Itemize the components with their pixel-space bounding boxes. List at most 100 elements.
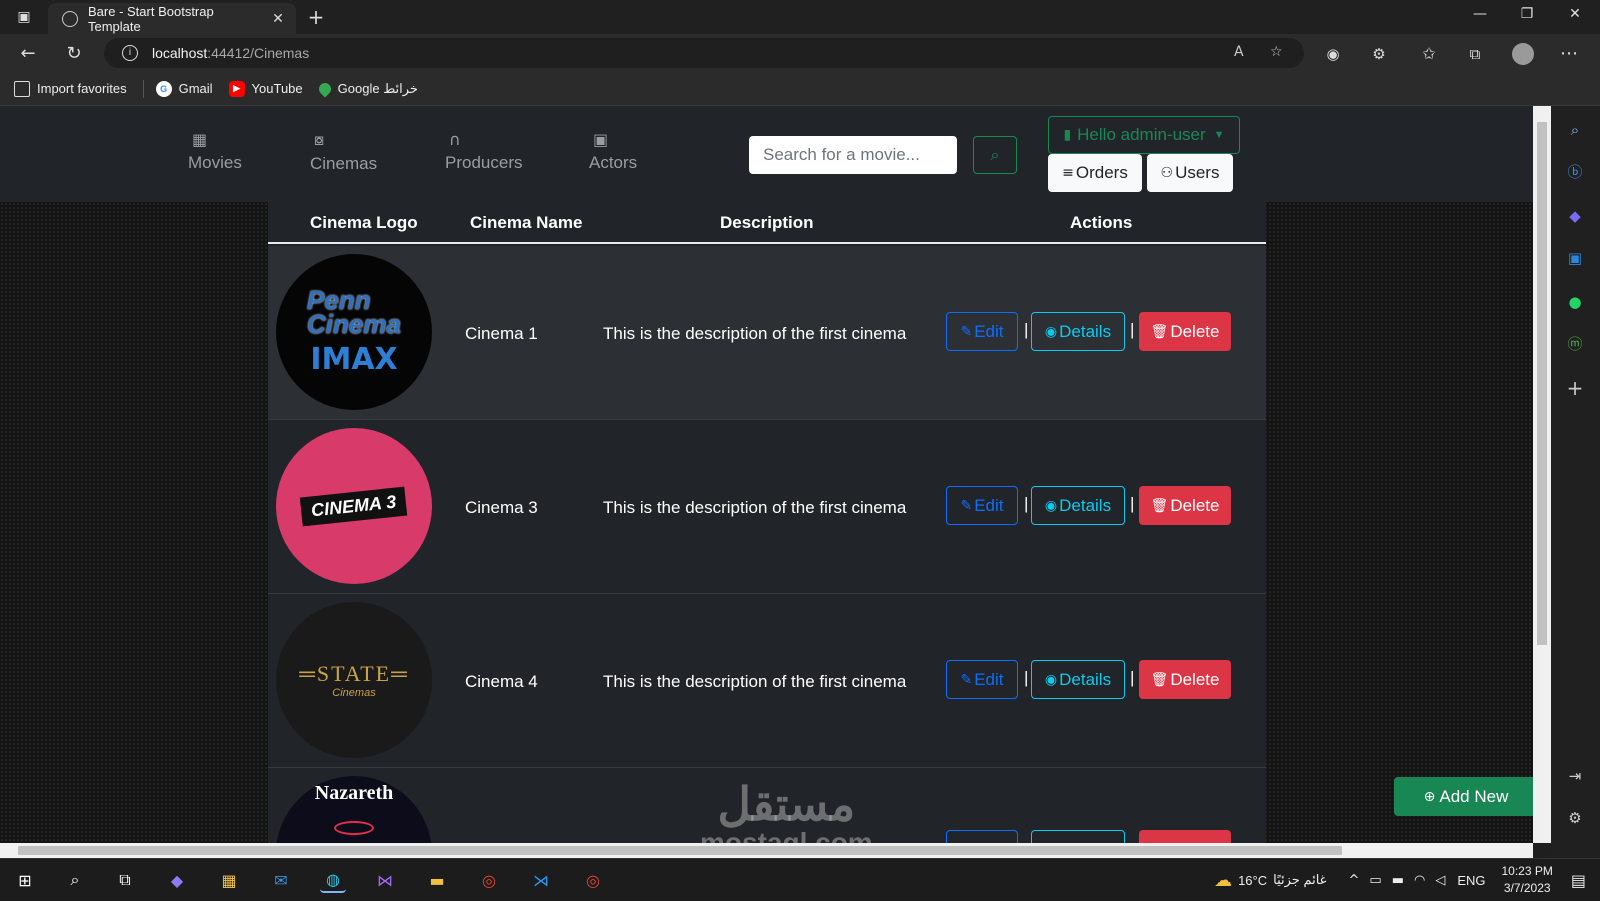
favorite-gmail[interactable]: G Gmail — [155, 80, 213, 97]
visual-studio-icon[interactable]: ⋈ — [372, 867, 398, 893]
details-button[interactable] — [1031, 830, 1125, 843]
favorites-bar: Import favorites G Gmail ▶ YouTube Googl… — [0, 72, 1600, 106]
orders-button[interactable]: ≡ Orders — [1048, 154, 1142, 192]
horizontal-scrollbar[interactable] — [0, 843, 1533, 858]
more-menu-icon[interactable]: ⋯ — [1558, 43, 1580, 65]
favorite-youtube[interactable]: ▶ YouTube — [228, 80, 303, 97]
minimize-icon[interactable]: — — [1465, 6, 1495, 22]
logo-text: Cinemas — [332, 687, 376, 699]
scrollbar-thumb[interactable] — [18, 846, 1342, 855]
extension-icon[interactable]: ◉ — [1322, 43, 1344, 65]
details-button[interactable]: ◉ Details — [1031, 486, 1125, 525]
search-icon[interactable]: ⌕ — [1565, 120, 1585, 140]
delete-button[interactable]: 🗑 Delete — [1139, 312, 1231, 351]
settings-gear-icon[interactable]: ⚙ — [1565, 808, 1585, 828]
weather-temp[interactable]: 16°C — [1238, 873, 1267, 888]
details-button[interactable]: ◉ Details — [1031, 660, 1125, 699]
cinema-name: Cinema 4 — [465, 672, 538, 691]
outlook-icon[interactable]: ▣ — [1565, 248, 1585, 268]
battery-icon[interactable]: ▬ — [1392, 873, 1404, 888]
users-button[interactable]: ⚇ Users — [1147, 154, 1233, 192]
clock[interactable]: 10:23 PM 3/7/2023 — [1502, 863, 1553, 897]
user-dropdown-button[interactable]: ▮ Hello admin-user ▼ — [1048, 116, 1240, 154]
orders-label: Orders — [1075, 163, 1128, 182]
nav-producers[interactable]: ∩ Producers — [445, 130, 522, 173]
mail-icon[interactable]: ✉ — [268, 867, 294, 893]
app-m-icon[interactable]: ⓜ — [1565, 334, 1585, 354]
vertical-scrollbar[interactable] — [1533, 106, 1551, 843]
nav-movies[interactable]: ▦ Movies — [188, 130, 242, 173]
tab-actions-icon[interactable]: ▣ — [14, 7, 34, 27]
delete-button[interactable]: 🗑 Delete — [1139, 660, 1231, 699]
details-button[interactable]: ◉ Details — [1031, 312, 1125, 351]
delete-button[interactable]: 🗑 Delete — [1139, 486, 1231, 525]
search-icon: ⌕ — [990, 145, 1000, 164]
cinema-logo: CINEMA 3 — [276, 428, 432, 584]
header-cinema-logo: Cinema Logo — [310, 213, 418, 232]
edit-button[interactable]: ✎ Edit — [946, 660, 1018, 699]
chrome-icon[interactable]: ◎ — [476, 867, 502, 893]
edit-button[interactable]: ✎ Edit — [946, 486, 1018, 525]
favorite-star-icon[interactable]: ☆ — [1270, 44, 1283, 60]
sidebar-toggle-icon[interactable]: ⇥ — [1565, 766, 1585, 786]
cinema-description: This is the description of the first cin… — [603, 672, 907, 691]
wifi-icon[interactable]: ◠ — [1414, 873, 1425, 888]
file-explorer-icon[interactable]: ▬ — [424, 867, 450, 893]
vscode-icon[interactable]: ⋊ — [528, 867, 554, 893]
scrollbar-thumb[interactable] — [1537, 122, 1547, 645]
volume-icon[interactable]: ◁ — [1435, 873, 1445, 888]
nav-cinemas[interactable]: ⧇ Cinemas — [310, 130, 377, 174]
url-host: localhost — [152, 45, 208, 61]
new-tab-icon[interactable]: + — [306, 5, 326, 29]
nav-actors[interactable]: ▣ Actors — [589, 130, 637, 173]
read-aloud-icon[interactable]: A — [1234, 44, 1244, 60]
restore-icon[interactable]: ❐ — [1512, 6, 1542, 22]
collections-icon[interactable]: ⧉ — [1464, 43, 1486, 65]
edit-button[interactable] — [946, 830, 1018, 843]
start-windows-icon[interactable]: ⊞ — [12, 867, 38, 893]
browser-tab[interactable]: Bare - Start Bootstrap Template ✕ — [48, 3, 296, 34]
whatsapp-icon[interactable]: ● — [1565, 292, 1585, 312]
trash-icon: 🗑 — [1150, 671, 1169, 688]
add-app-icon[interactable]: + — [1565, 378, 1585, 398]
taskbar-search-icon[interactable]: ⌕ — [62, 867, 88, 893]
task-view-icon[interactable]: ⧉ — [112, 867, 138, 893]
meet-now-icon[interactable]: ▭ — [1369, 873, 1381, 888]
favorites-icon[interactable]: ✩ — [1418, 43, 1440, 65]
edge-browser-icon[interactable]: ◍ — [320, 867, 346, 893]
address-bar[interactable]: i localhost:44412/Cinemas A ☆ — [104, 38, 1304, 68]
favorite-import[interactable]: Import favorites — [14, 80, 127, 97]
copilot-icon[interactable]: ◆ — [164, 867, 190, 893]
table-row: CINEMA 3 Cinema 3 This is the descriptio… — [268, 420, 1266, 594]
search-input[interactable] — [749, 136, 957, 174]
pencil-square-icon: ✎ — [960, 497, 973, 514]
table-row: ═STATE═ Cinemas Cinema 4 This is the des… — [268, 594, 1266, 768]
notifications-icon[interactable]: ▤ — [1571, 871, 1586, 890]
profile-icon[interactable] — [1512, 43, 1534, 65]
chevron-up-icon[interactable]: ^ — [1348, 873, 1359, 888]
extensions-puzzle-icon[interactable]: ⚙ — [1368, 43, 1390, 65]
cinema-description: This is the description of the first cin… — [603, 324, 907, 343]
input-language[interactable]: ENG — [1457, 873, 1485, 888]
refresh-icon[interactable]: ↻ — [63, 43, 85, 65]
bing-chat-icon[interactable]: ⓑ — [1565, 162, 1585, 182]
delete-button[interactable] — [1139, 830, 1231, 843]
site-info-icon[interactable]: i — [122, 45, 138, 61]
back-icon[interactable]: ← — [17, 43, 39, 65]
edit-button[interactable]: ✎ Edit — [946, 312, 1018, 351]
shopping-icon[interactable]: ◆ — [1565, 206, 1585, 226]
watermark-arabic: مستقل — [717, 778, 856, 830]
chrome-profile-icon[interactable]: ◎ — [580, 867, 606, 893]
close-tab-icon[interactable]: ✕ — [268, 11, 288, 27]
favorite-maps[interactable]: Google خرائط — [316, 80, 418, 97]
google-icon: G — [155, 80, 172, 97]
window-close-icon[interactable]: ✕ — [1560, 6, 1590, 22]
search-button[interactable]: ⌕ — [973, 136, 1017, 174]
weather-icon[interactable]: ☁ — [1214, 870, 1232, 891]
header-cinema-name: Cinema Name — [470, 213, 583, 232]
site-navbar: ▦ Movies ⧇ Cinemas ∩ Producers ▣ Actors … — [0, 106, 1533, 202]
weather-condition[interactable]: غائم جزئيًا — [1273, 872, 1326, 888]
headset-icon: ∩ — [449, 130, 461, 149]
store-icon[interactable]: ▦ — [216, 867, 242, 893]
add-new-button[interactable]: ⊕ Add New — [1394, 777, 1533, 816]
